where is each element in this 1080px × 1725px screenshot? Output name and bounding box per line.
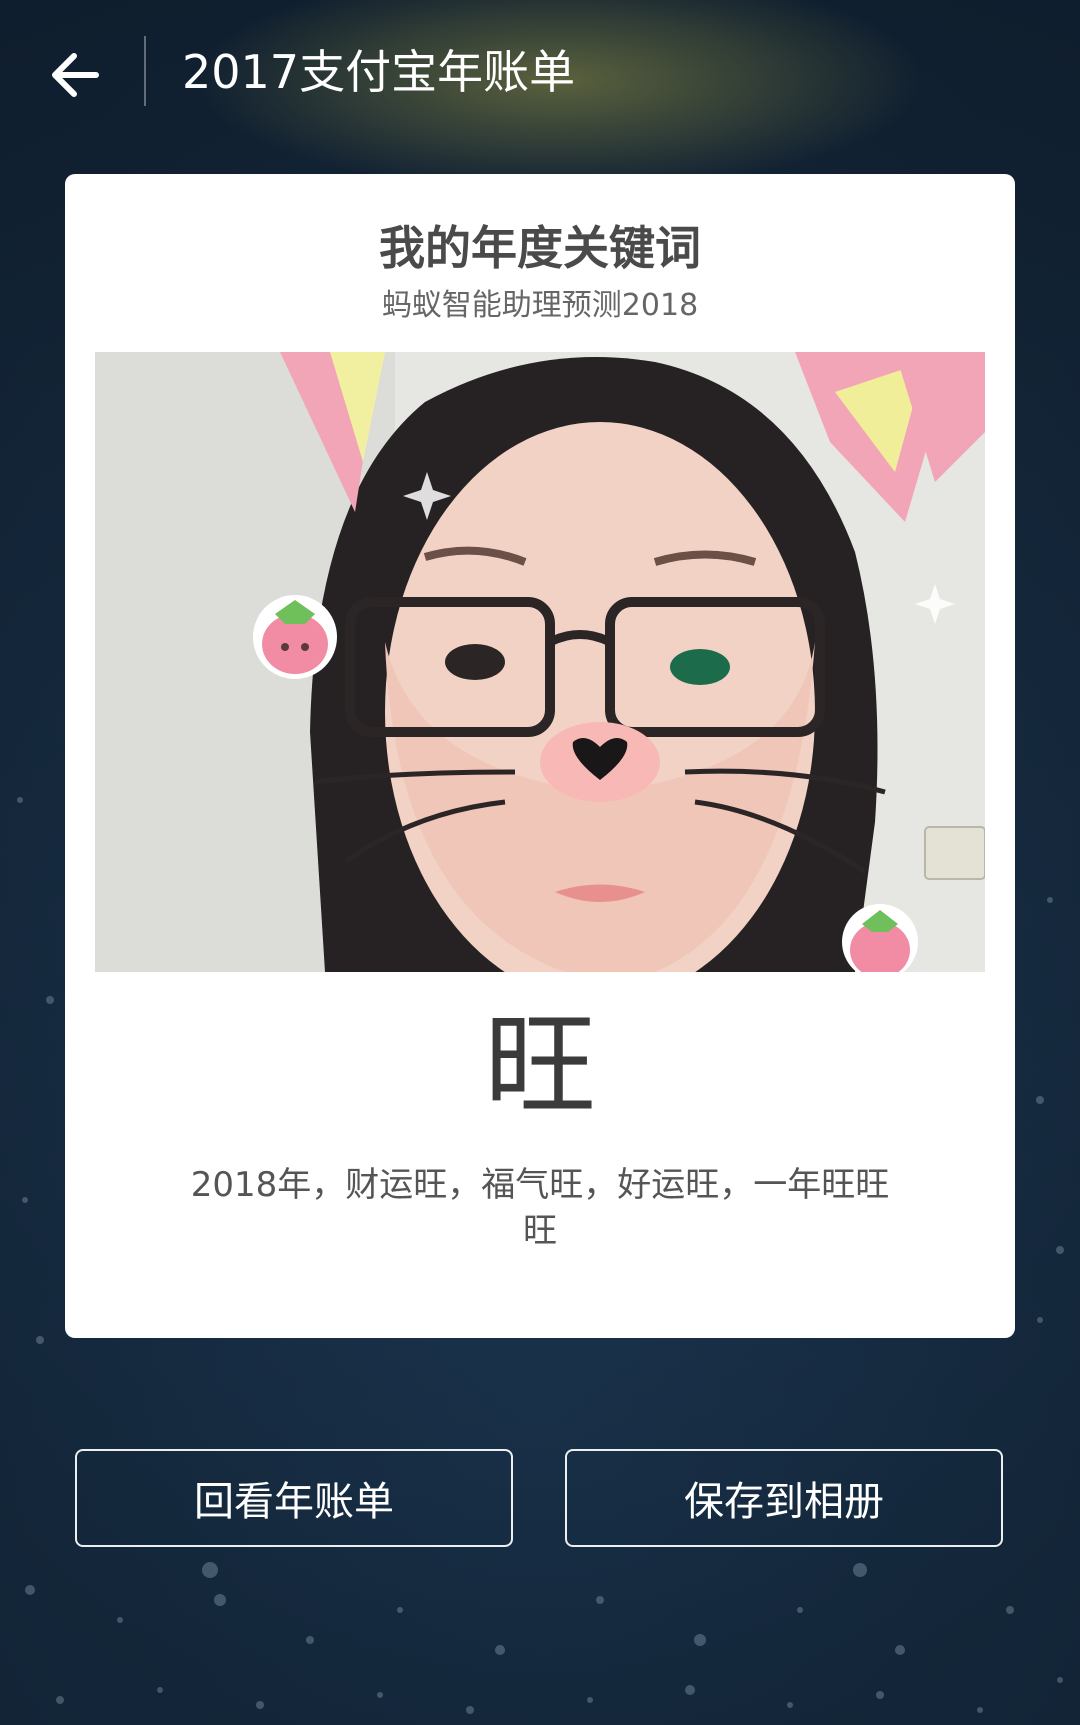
keyword-description: 2018年，财运旺，福气旺，好运旺，一年旺旺 旺 [145, 1162, 935, 1254]
user-photo [95, 352, 985, 972]
card-subtitle: 蚂蚁智能助理预测2018 [381, 288, 699, 323]
header-divider [144, 36, 146, 106]
top-bar: 2017支付宝年账单 [0, 0, 1080, 150]
page-title: 2017支付宝年账单 [182, 45, 576, 99]
keyword-card: 我的年度关键词 蚂蚁智能助理预测2018 旺 2018年，财运旺，福气旺，好运旺… [65, 174, 1015, 1338]
keyword-description-line2: 旺 [523, 1211, 557, 1251]
card-title: 我的年度关键词 [379, 221, 701, 275]
keyword-description-line1: 2018年，财运旺，福气旺，好运旺，一年旺旺 [190, 1165, 890, 1205]
back-button[interactable] [40, 40, 110, 110]
photo-illustration [95, 352, 985, 972]
save-to-album-button[interactable]: 保存到相册 [565, 1449, 1003, 1547]
annual-keyword: 旺 [484, 1001, 596, 1131]
arrow-left-icon [52, 53, 99, 97]
review-annual-bill-button[interactable]: 回看年账单 [75, 1449, 513, 1547]
